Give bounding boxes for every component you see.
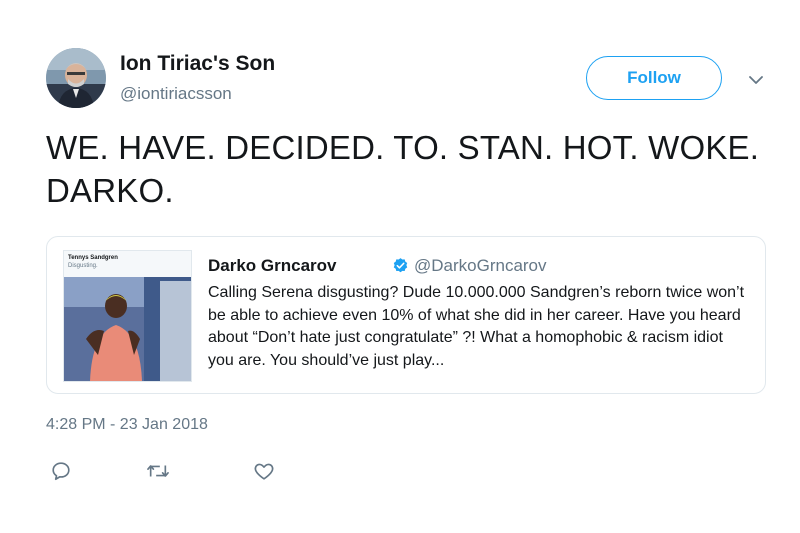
heart-icon[interactable] [251, 458, 277, 484]
tweet-text: WE. HAVE. DECIDED. TO. STAN. HOT. WOKE. … [46, 129, 760, 209]
author-display-name[interactable]: Ion Tiriac's Son [120, 52, 275, 76]
thumbnail-header: Tennys Sandgren Disgusting. [64, 251, 191, 277]
chevron-down-icon[interactable] [744, 68, 768, 92]
quoted-tweet-thumbnail: Tennys Sandgren Disgusting. [63, 250, 192, 382]
author-handle[interactable]: @iontiriacsson [120, 84, 232, 104]
retweet-icon[interactable] [145, 458, 171, 484]
quoted-tweet[interactable]: Tennys Sandgren Disgusting. Darko Grncar… [46, 236, 766, 394]
follow-button[interactable]: Follow [586, 56, 722, 100]
thumbnail-header-name: Tennys Sandgren [68, 255, 118, 261]
author-avatar[interactable] [46, 48, 106, 108]
verified-badge-icon [392, 257, 409, 274]
quoted-author-name[interactable]: Darko Grncarov [208, 256, 337, 276]
tweet-card: Ion Tiriac's Son @iontiriacsson Follow W… [0, 0, 800, 533]
quoted-author-handle[interactable]: @DarkoGrncarov [414, 256, 547, 276]
reply-icon[interactable] [48, 458, 74, 484]
tweet-timestamp[interactable]: 4:28 PM - 23 Jan 2018 [46, 416, 208, 434]
user-avatar-image [46, 48, 106, 108]
thumbnail-header-text: Disgusting. [68, 263, 98, 269]
quoted-tweet-text: Calling Serena disgusting? Dude 10.000.0… [208, 284, 745, 369]
